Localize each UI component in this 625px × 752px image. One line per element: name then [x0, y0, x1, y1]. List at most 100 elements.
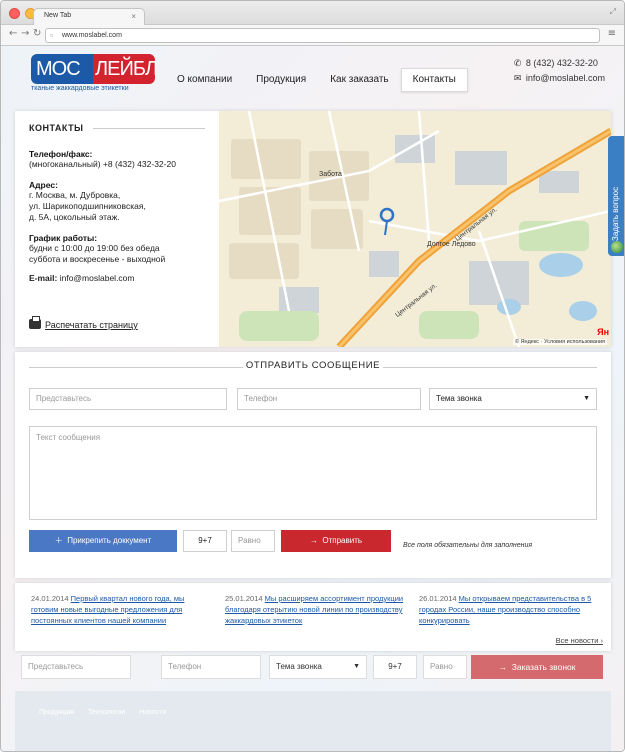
browser-menu-icon[interactable]: ≡ — [608, 28, 616, 39]
news-date: 24.01.2014 — [31, 594, 69, 603]
map-label-dolgoe: Долгое Ледово — [427, 241, 476, 248]
address-bar: ← → ↻ ▫ www.moslabel.com ≡ — [1, 25, 624, 46]
title-divider — [93, 128, 205, 129]
order-call-button[interactable]: → Заказать звонок — [471, 655, 603, 679]
attach-document-button[interactable]: ＋ Прикрепить доккумент — [29, 530, 177, 552]
email-label: E-mail: — [29, 273, 58, 283]
phone-label: Телефон/факс: — [29, 149, 93, 159]
url-text: www.moslabel.com — [62, 32, 122, 39]
forward-arrow-icon[interactable]: → — [21, 28, 29, 39]
captcha-question: 9+7 — [183, 530, 227, 552]
send-button[interactable]: → Отправить — [281, 530, 391, 552]
callback-name-input[interactable]: Представьтесь — [21, 655, 131, 679]
close-window-button[interactable] — [9, 8, 20, 19]
footer-link-news[interactable]: Новости — [139, 709, 166, 716]
browser-tab[interactable]: New Tab × — [33, 8, 145, 26]
news-item: 24.01.2014 Первый квартал нового года, м… — [31, 593, 211, 626]
send-label: Отправить — [322, 536, 363, 545]
arrow-right-icon: → — [498, 662, 512, 672]
header-contacts: ✆ 8 (432) 432-32-20 ✉ info@moslabel.com — [514, 58, 605, 88]
all-news-label: Все новости — [555, 636, 599, 645]
phone-input[interactable]: Телефон — [237, 388, 421, 410]
plus-icon: ＋ — [54, 536, 68, 545]
callback-topic-value: Тема звонка — [276, 662, 322, 671]
caret-down-icon: ▼ — [353, 663, 360, 670]
map-label-zabota: Забота — [319, 171, 342, 178]
phone-icon: ✆ — [513, 58, 522, 68]
address-label: Адрес: — [29, 180, 58, 190]
email-value[interactable]: info@moslabel.com — [60, 273, 135, 283]
news-item: 26.01.2014 Мы открываем представительств… — [419, 593, 599, 626]
site-logo[interactable]: МОС ЛЕЙБЛ тканые жаккардовые этикетки — [31, 54, 158, 92]
callback-phone-input[interactable]: Телефон — [161, 655, 261, 679]
header-phone: 8 (432) 432-32-20 — [525, 58, 598, 68]
logo-part-red: ЛЕЙБЛ — [93, 54, 158, 84]
reload-icon[interactable]: ↻ — [33, 28, 41, 39]
nav-about[interactable]: О компании — [165, 68, 244, 92]
phone-value: (многоканальный) +8 (432) 432-32-20 — [29, 159, 176, 169]
news-section: 24.01.2014 Первый квартал нового года, м… — [15, 583, 611, 651]
topic-select[interactable]: Тема звонка ▼ — [429, 388, 597, 410]
form-title-divider-right — [383, 367, 597, 368]
callback-topic-select[interactable]: Тема звонка ▼ — [269, 655, 367, 679]
news-item: 25.01.2014 Мы расширяем ассортимент прод… — [225, 593, 405, 626]
map-canvas — [219, 111, 611, 347]
site-footer: Продукция Технологии Новости — [15, 691, 611, 751]
site-header: МОС ЛЕЙБЛ тканые жаккардовые этикетки О … — [15, 46, 611, 106]
form-title: ОТПРАВИТЬ СООБЩЕНИЕ — [245, 360, 381, 371]
back-arrow-icon[interactable]: ← — [9, 28, 17, 39]
tab-close-icon[interactable]: × — [131, 12, 136, 21]
callback-bar: Представьтесь Телефон Тема звонка ▼ 9+7 … — [15, 655, 611, 683]
page-icon: ▫ — [50, 31, 53, 40]
logo-tagline: тканые жаккардовые этикетки — [31, 85, 129, 92]
url-input[interactable]: ▫ www.moslabel.com — [45, 28, 600, 43]
contacts-info: КОНТАКТЫ Телефон/факс: (многоканальный) … — [15, 111, 219, 347]
map-provider-logo[interactable]: Ян — [597, 327, 609, 337]
topic-select-value: Тема звонка — [436, 394, 482, 403]
ask-question-tab[interactable]: Задать вопрос — [608, 136, 624, 256]
callback-captcha-question: 9+7 — [373, 655, 417, 679]
captcha-answer-input[interactable]: Равно — [231, 530, 275, 552]
caret-down-icon: ▼ — [583, 395, 590, 402]
print-page-link[interactable]: Распечатать страницу — [29, 316, 138, 330]
schedule-line-2: суббота и воскресенье - выходной — [29, 254, 166, 264]
arrow-right-icon: → — [309, 536, 323, 545]
title-bar: New Tab × ⤢ — [1, 1, 624, 26]
chevron-right-icon: › — [598, 636, 603, 645]
schedule-line-1: будни с 10:00 до 19:00 без обеда — [29, 243, 160, 253]
order-call-label: Заказать звонок — [511, 662, 576, 672]
contacts-section: КОНТАКТЫ Телефон/факс: (многоканальный) … — [15, 111, 611, 347]
footer-link-technologies[interactable]: Технологии — [88, 709, 125, 716]
all-news-link[interactable]: Все новости › — [556, 636, 603, 645]
fullscreen-icon[interactable]: ⤢ — [610, 7, 616, 17]
header-email[interactable]: info@moslabel.com — [526, 73, 605, 83]
nav-products[interactable]: Продукция — [244, 68, 318, 92]
nav-how-to-order[interactable]: Как заказать — [318, 68, 400, 92]
browser-window: New Tab × ⤢ ← → ↻ ▫ www.moslabel.com ≡ М… — [0, 0, 625, 752]
page-viewport: МОС ЛЕЙБЛ тканые жаккардовые этикетки О … — [1, 46, 624, 751]
tab-title: New Tab — [44, 12, 72, 19]
required-note: Все поля обязательны для заполнения — [403, 542, 533, 549]
callback-captcha-input[interactable]: Равно — [423, 655, 467, 679]
globe-icon — [611, 241, 623, 253]
email-row: E-mail: info@moslabel.com — [29, 273, 205, 284]
footer-link-products[interactable]: Продукция — [39, 709, 74, 716]
nav-contacts[interactable]: Контакты — [400, 68, 468, 92]
logo-part-blue: МОС — [31, 54, 95, 84]
map[interactable]: Забота Долгое Ледово Центральная ул. Цен… — [219, 111, 611, 347]
print-label: Распечатать страницу — [45, 320, 138, 330]
envelope-icon: ✉ — [513, 73, 522, 83]
printer-icon — [29, 316, 41, 329]
name-input[interactable]: Представьтесь — [29, 388, 227, 410]
message-form: ОТПРАВИТЬ СООБЩЕНИЕ Представьтесь Телефо… — [15, 352, 611, 578]
ask-question-label: Задать вопрос — [611, 186, 620, 241]
message-textarea[interactable]: Текст сообщения — [29, 426, 597, 520]
main-nav: О компании Продукция Как заказать Контак… — [165, 68, 468, 92]
address-line-3: д. 5А, цокольный этаж. — [29, 212, 120, 222]
news-date: 25.01.2014 — [225, 594, 263, 603]
schedule-label: График работы: — [29, 233, 98, 243]
news-date: 26.01.2014 — [419, 594, 457, 603]
map-copyright[interactable]: © Яндекс · Условия использования — [512, 339, 607, 345]
footer-nav: Продукция Технологии Новости — [39, 709, 166, 716]
attach-label: Прикрепить доккумент — [67, 536, 152, 545]
